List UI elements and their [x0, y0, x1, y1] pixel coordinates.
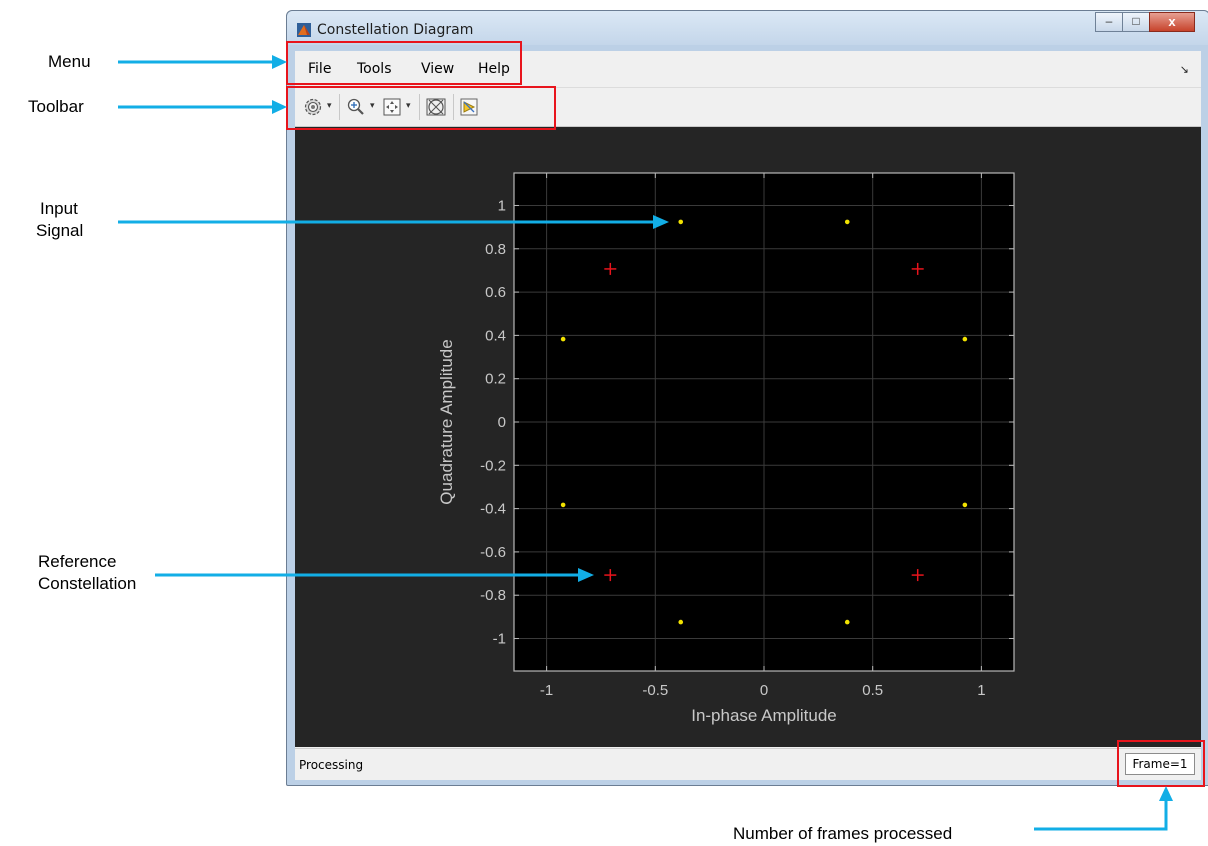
annotation-reference-line1: Reference [38, 552, 117, 571]
annotation-toolbar: Toolbar [28, 97, 84, 116]
reference-arrow-head [578, 568, 594, 582]
annotation-input-signal-line2: Signal [36, 221, 84, 240]
annotation-arrows [118, 55, 1173, 831]
annotation-reference-line2: Constellation [38, 574, 137, 593]
frames-arrow-line [1034, 800, 1168, 831]
annotation-menu: Menu [48, 52, 91, 71]
menu-arrow-head [272, 55, 287, 69]
toolbar-arrow-head [272, 100, 287, 114]
annotation-input-signal-line1: Input [40, 199, 78, 218]
annotation-input-signal: Input Signal [36, 198, 83, 242]
frames-arrow-head [1159, 786, 1173, 801]
annotation-frames-processed: Number of frames processed [733, 824, 953, 843]
input-signal-arrow-head [653, 215, 669, 229]
annotation-reference-constellation: Reference Constellation [38, 551, 136, 595]
